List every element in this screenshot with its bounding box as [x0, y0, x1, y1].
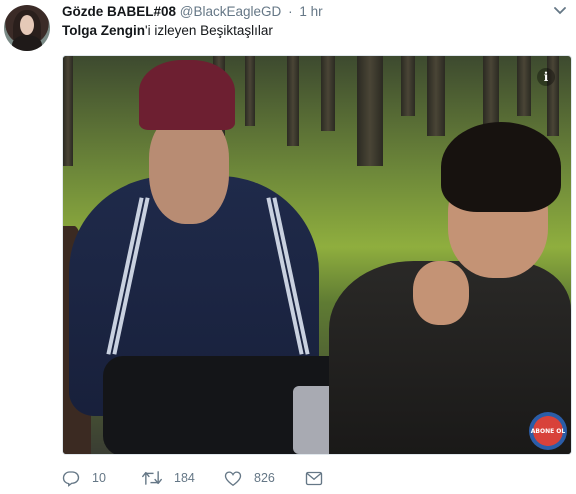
separator-dot: ·	[288, 4, 293, 19]
tweet: Gözde BABEL#08 @BlackEagleGD · 1 hr Tolg…	[0, 0, 576, 494]
tweet-text-rest: 'i izleyen Beşiktaşlılar	[145, 23, 273, 38]
tweet-time[interactable]: 1 hr	[299, 4, 322, 19]
reply-icon	[62, 469, 80, 487]
direct-message-button[interactable]	[305, 468, 323, 488]
retweet-button[interactable]: 184	[142, 468, 195, 488]
tweet-text: Tolga Zengin'i izleyen Beşiktaşlılar	[62, 23, 273, 38]
tweet-photo[interactable]: i ABONE OL	[62, 55, 572, 455]
tweet-actions: 10 184 826	[62, 468, 362, 488]
tweet-header: Gözde BABEL#08 @BlackEagleGD · 1 hr	[62, 4, 323, 19]
retweet-count: 184	[174, 471, 195, 485]
author-name[interactable]: Gözde BABEL#08	[62, 4, 176, 19]
user-avatar[interactable]	[4, 5, 50, 51]
chevron-down-icon[interactable]	[553, 4, 567, 18]
author-handle[interactable]: @BlackEagleGD	[180, 4, 282, 19]
reply-button[interactable]: 10	[62, 468, 106, 488]
reply-count: 10	[92, 471, 106, 485]
envelope-icon	[305, 471, 323, 486]
retweet-icon	[142, 470, 162, 486]
heart-icon	[224, 470, 242, 487]
like-button[interactable]: 826	[224, 468, 275, 488]
like-count: 826	[254, 471, 275, 485]
info-icon[interactable]: i	[537, 68, 555, 86]
abone-ol-watermark: ABONE OL	[529, 412, 567, 450]
mention-link[interactable]: Tolga Zengin	[62, 23, 145, 38]
